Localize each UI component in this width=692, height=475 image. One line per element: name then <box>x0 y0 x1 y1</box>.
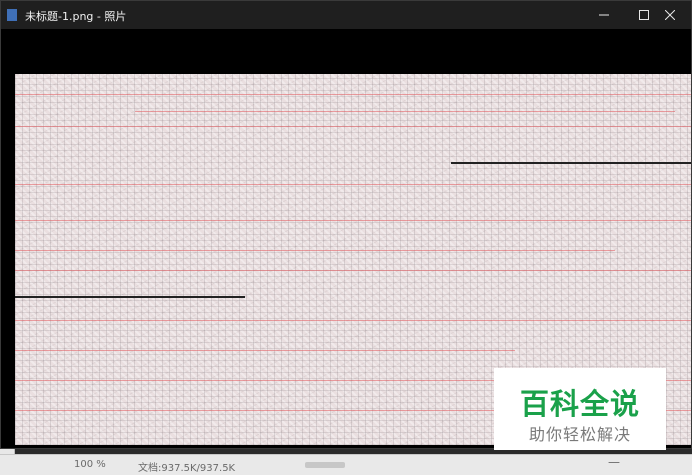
zoom-level: 100 % <box>74 459 106 470</box>
image-streak <box>15 270 691 271</box>
image-streak <box>15 184 691 185</box>
background-status-bar: 100 % 文档:937.5K/937.5K — <box>0 454 692 475</box>
horizontal-scrollbar[interactable] <box>305 462 345 468</box>
watermark-title: 百科全说 <box>519 387 640 421</box>
watermark-logo: 百科全说 助你轻松解决 <box>494 368 666 450</box>
image-streak <box>15 350 515 351</box>
close-button[interactable] <box>647 1 692 29</box>
image-streak <box>15 126 691 127</box>
title-bar[interactable]: 未标题-1.png - 照片 <box>1 1 691 29</box>
status-dash: — <box>608 455 620 469</box>
image-streak <box>15 250 615 251</box>
close-icon <box>665 10 675 20</box>
document-size: 文档:937.5K/937.5K <box>138 463 236 474</box>
image-streak <box>15 320 691 321</box>
image-streak <box>15 94 691 95</box>
app-icon <box>7 9 17 21</box>
watermark-subtitle: 助你轻松解决 <box>528 425 631 444</box>
image-streak <box>15 220 691 221</box>
minimize-icon <box>599 14 609 16</box>
image-streak <box>451 162 691 164</box>
image-streak <box>135 111 675 112</box>
image-streak <box>15 296 245 298</box>
window-title: 未标题-1.png - 照片 <box>25 10 127 23</box>
